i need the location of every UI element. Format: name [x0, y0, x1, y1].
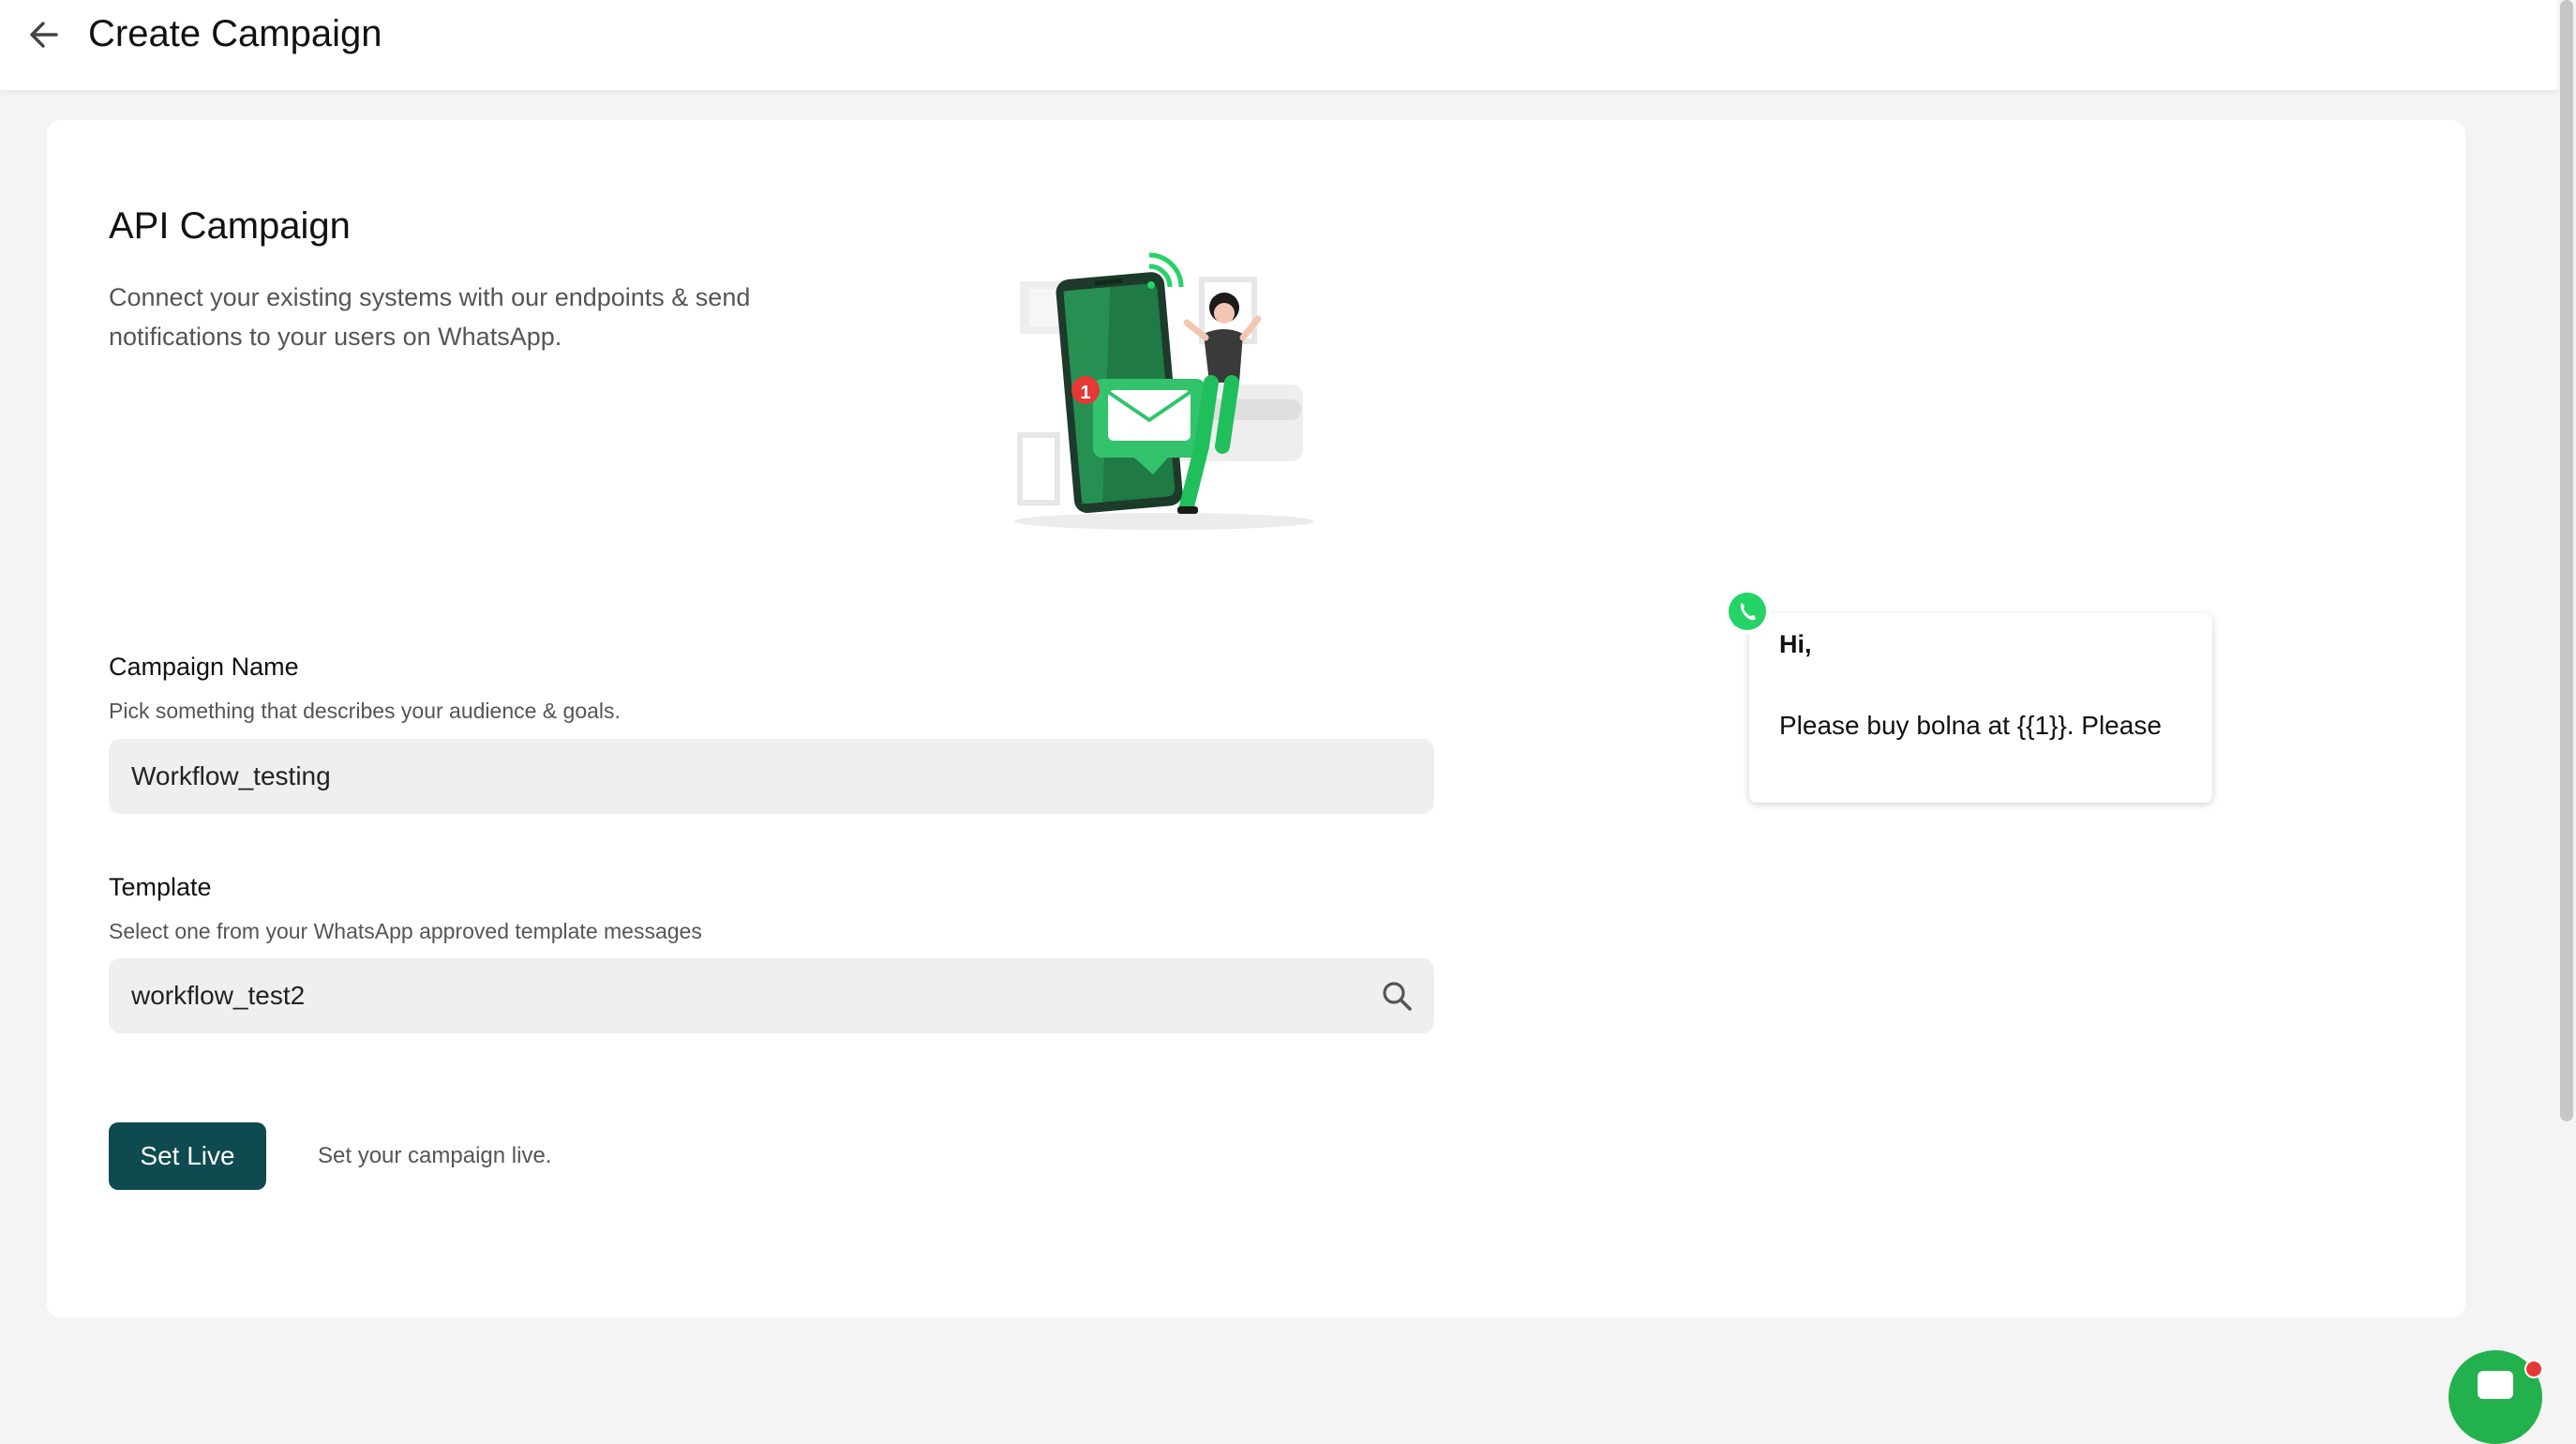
campaign-name-help: Pick something that describes your audie… — [109, 699, 621, 723]
arrow-left-icon — [30, 22, 58, 48]
campaign-name-label: Campaign Name — [109, 653, 299, 681]
template-select[interactable]: workflow_test2 — [109, 958, 1434, 1033]
message-preview: Hi, Please buy bolna at {{1}}. Please — [1749, 613, 2212, 803]
set-live-button[interactable]: Set Live — [109, 1122, 266, 1190]
preview-greeting: Hi, — [1779, 630, 1812, 658]
page-title: Create Campaign — [88, 13, 382, 54]
campaign-name-input[interactable]: Workflow_testing — [109, 739, 1434, 814]
scrollbar-thumb[interactable] — [2560, 0, 2573, 1121]
search-icon[interactable] — [1378, 977, 1415, 1015]
section-title: API Campaign — [109, 205, 351, 247]
template-label: Template — [109, 873, 212, 901]
set-live-description: Set your campaign live. — [318, 1143, 552, 1168]
phone-notification-illustration: 1 — [1014, 252, 1314, 530]
template-value: workflow_test2 — [131, 981, 306, 1010]
campaign-name-value: Workflow_testing — [131, 761, 331, 790]
chat-notification-dot — [2524, 1360, 2543, 1378]
whatsapp-icon — [1725, 589, 1770, 634]
notification-count: 1 — [1080, 383, 1090, 403]
back-button[interactable] — [24, 15, 64, 54]
preview-body: Please buy bolna at {{1}}. Please — [1779, 711, 2162, 740]
section-description: Connect your existing systems with our e… — [109, 283, 751, 351]
template-help: Select one from your WhatsApp approved t… — [109, 919, 702, 943]
top-bar: Create Campaign — [0, 0, 2557, 90]
